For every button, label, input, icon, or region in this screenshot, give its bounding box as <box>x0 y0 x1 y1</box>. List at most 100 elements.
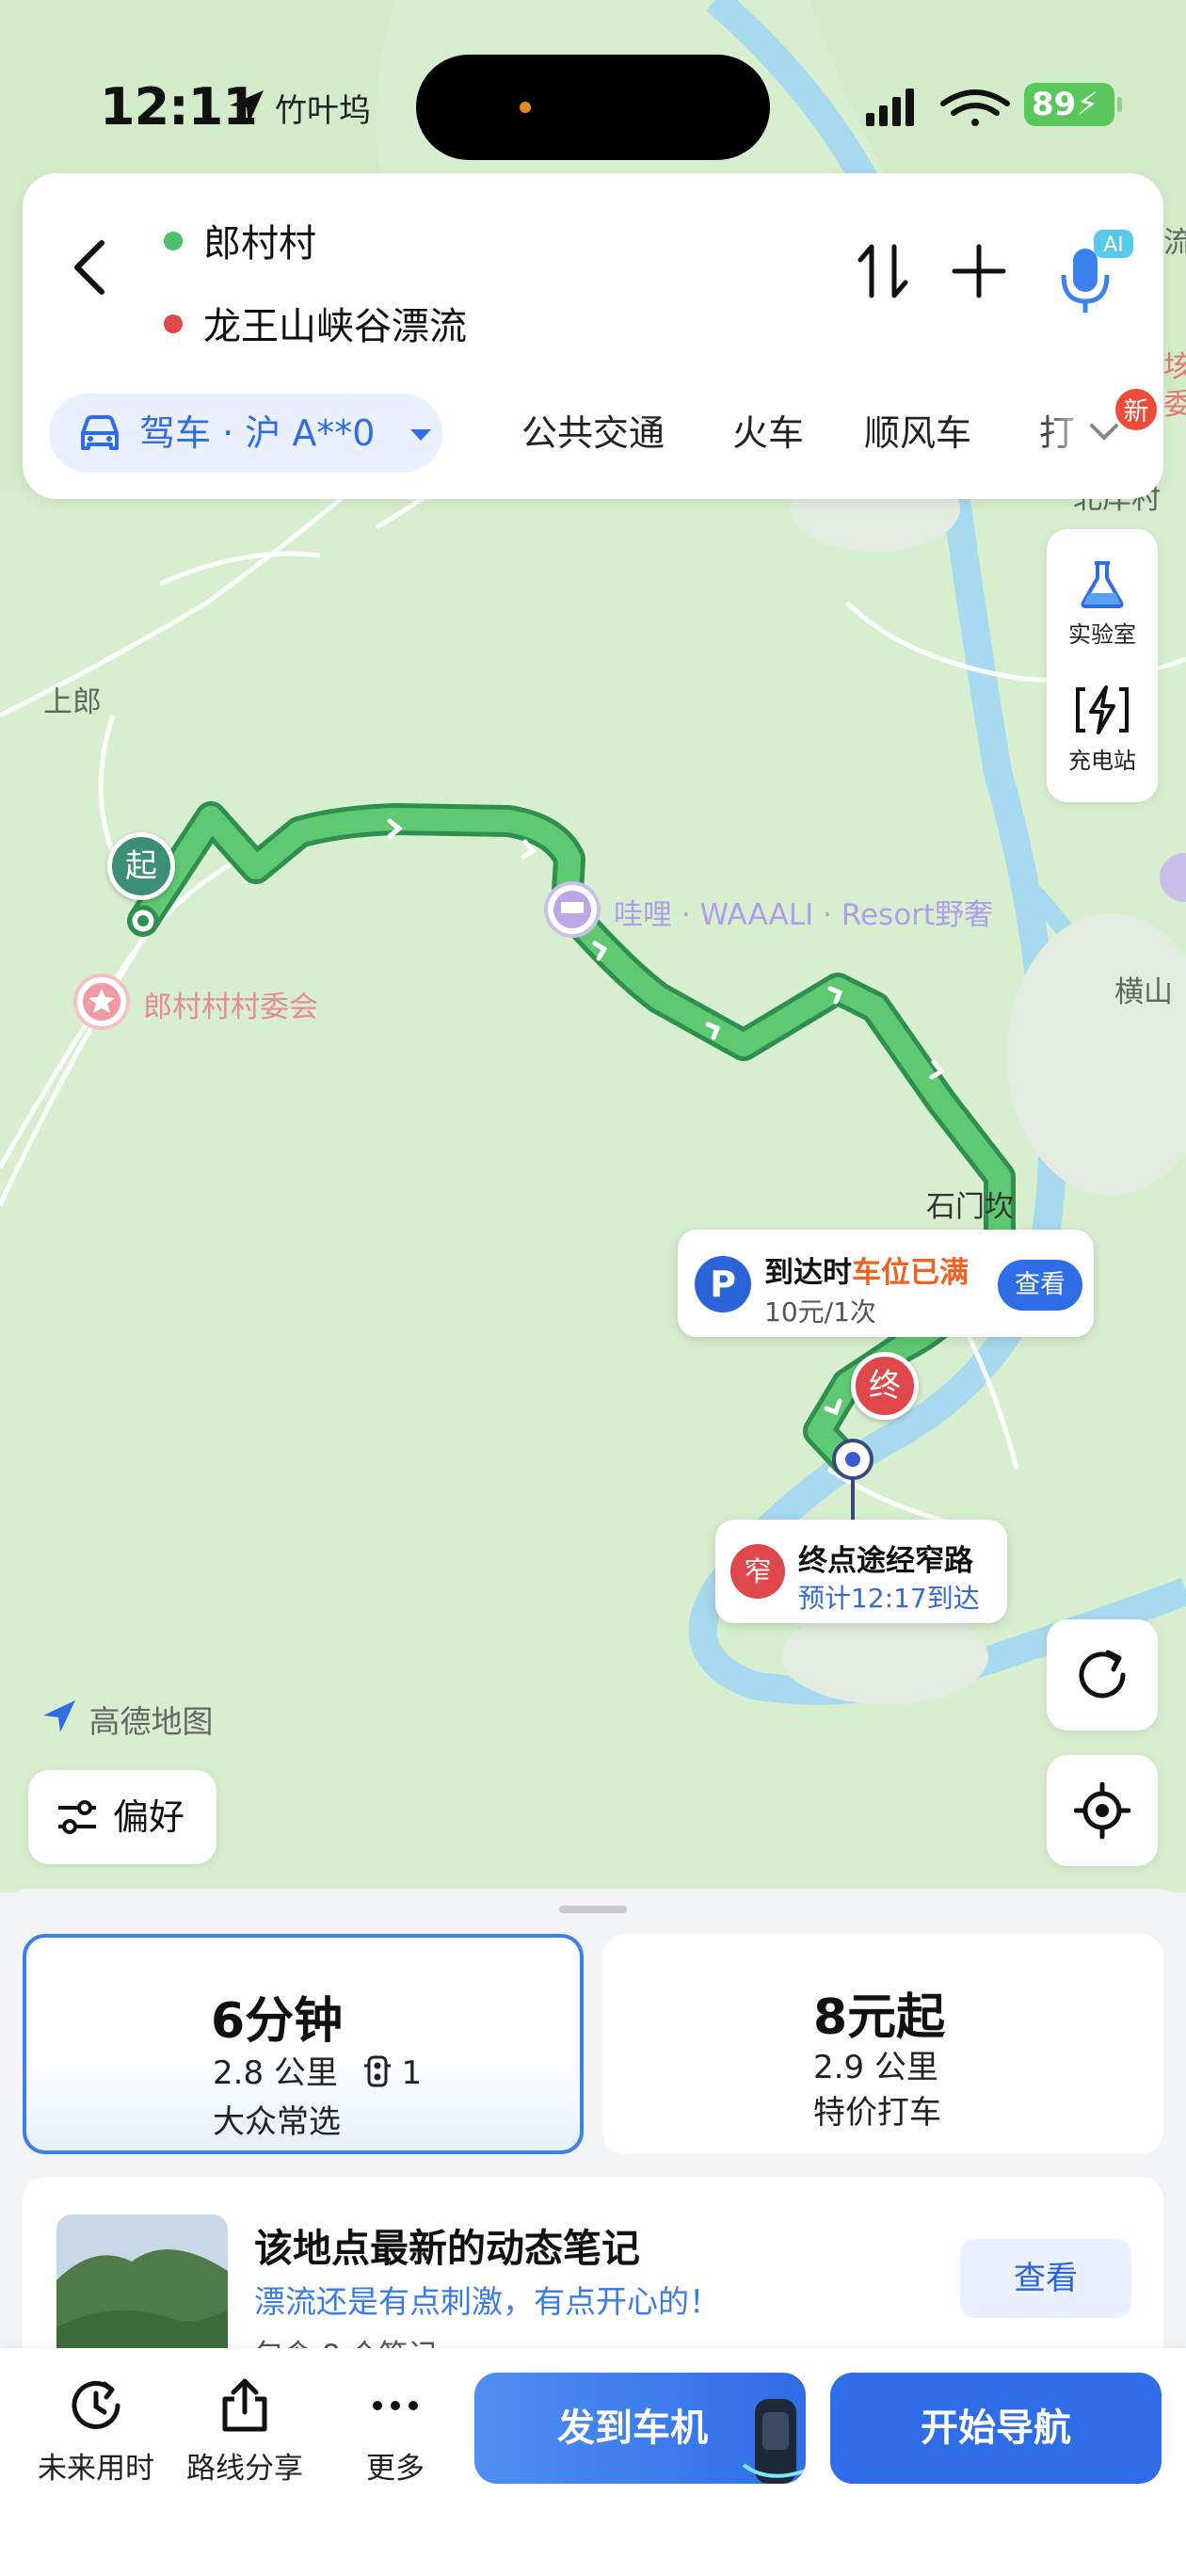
clock-icon <box>72 2380 120 2429</box>
traffic-light-icon <box>363 2055 391 2087</box>
taxi-price: 8元起 <box>813 1989 946 2046</box>
amap-logo-text: 高德地图 <box>88 1703 214 1740</box>
signal-wifi-icons <box>866 89 1010 126</box>
tab-drive[interactable]: 驾车 · 沪 A**0 <box>49 394 442 473</box>
narrow-road-title: 终点途经窄路 <box>798 1544 973 1578</box>
map-tools-panel: 实验室 充电站 <box>1047 529 1158 802</box>
route-distance: 2.8 公里 1 <box>213 2047 422 2093</box>
end-pin[interactable]: 终 <box>851 1352 919 1420</box>
destination-text: 龙王山峡谷漂流 <box>203 305 467 348</box>
ai-label: AI <box>1103 233 1124 257</box>
charging-station-button[interactable]: 充电站 <box>1047 684 1158 775</box>
battery-level: 89 <box>1032 86 1077 123</box>
preference-button[interactable]: 偏好 <box>28 1770 216 1864</box>
flask-icon <box>1081 561 1124 608</box>
future-time-label: 未来用时 <box>38 2452 154 2486</box>
share-icon <box>222 2378 267 2432</box>
parking-icon: P <box>695 1256 751 1312</box>
taxi-distance: 2.9 公里 <box>813 2049 938 2086</box>
lab-label: 实验室 <box>1068 621 1136 648</box>
location-arrow-icon <box>230 90 264 124</box>
bottom-action-bar: 未来用时 路线分享 更多 发到车机 开始导航 <box>0 2348 1186 2576</box>
parking-full-text: 车位已满 <box>852 1256 969 1290</box>
parking-status: 到达时车位已满 <box>764 1248 969 1291</box>
preference-label: 偏好 <box>113 1796 185 1838</box>
parking-view-button[interactable]: 查看 <box>998 1260 1082 1311</box>
map-label-edge-2: 垓 <box>1163 350 1186 384</box>
swap-icon[interactable] <box>855 233 911 309</box>
amap-logo-icon <box>43 1700 75 1732</box>
route-search-card: 郎村村 龙王山峡谷漂流 AI 驾车 · 沪 A**0 公共交通 火车 顺风车 新 <box>23 173 1163 499</box>
status-location: 竹叶坞 <box>275 92 371 130</box>
destination-row[interactable]: 龙王山峡谷漂流 <box>164 296 467 350</box>
charging-bolt-icon: ⚡ <box>1076 86 1099 123</box>
charging-bolt-icon <box>1076 685 1129 734</box>
refresh-icon <box>1079 1650 1126 1699</box>
map-label-shanglang: 上郎 <box>43 685 102 719</box>
narrow-road-icon: 窄 <box>730 1544 785 1599</box>
sliders-icon <box>58 1800 96 1834</box>
send-to-car-button[interactable]: 发到车机 <box>474 2373 806 2484</box>
narrow-road-callout[interactable]: 窄 终点途经窄路 预计12:17到达 <box>715 1520 1007 1623</box>
more-label: 更多 <box>366 2452 425 2486</box>
parking-price: 10元/1次 <box>764 1296 876 1328</box>
more-button[interactable]: 更多 <box>320 2376 471 2487</box>
start-pin[interactable]: 起 <box>107 832 175 900</box>
narrow-road-eta: 预计12:17到达 <box>798 1583 980 1614</box>
sheet-drag-handle[interactable] <box>559 1906 627 1913</box>
travel-mode-tabs: 驾车 · 沪 A**0 公共交通 火车 顺风车 打 新 <box>49 386 1160 473</box>
cellular-signal-icon <box>866 89 914 126</box>
parking-prefix: 到达时 <box>764 1256 852 1290</box>
route-time: 6分钟 <box>211 1993 344 2050</box>
battery-indicator: 89⚡ <box>1024 83 1122 126</box>
share-route-button[interactable]: 路线分享 <box>169 2376 320 2487</box>
add-waypoint-icon[interactable] <box>941 233 1017 309</box>
status-bar: 12:11 竹叶坞 89⚡ <box>0 0 1186 169</box>
route-option-drive[interactable]: 6分钟 2.8 公里 1 大众常选 <box>23 1934 584 2154</box>
route-tag: 大众常选 <box>213 2103 341 2141</box>
route-distance-value: 2.8 公里 <box>213 2054 338 2092</box>
more-dots-icon <box>373 2401 418 2410</box>
start-navigation-button[interactable]: 开始导航 <box>830 2373 1162 2484</box>
map-label-edge-3: 委 <box>1163 388 1186 422</box>
map-label-committee[interactable]: 郎村村村委会 <box>143 983 318 1025</box>
tab-train[interactable]: 火车 <box>732 394 804 473</box>
origin-dot-icon <box>164 232 183 250</box>
origin-row[interactable]: 郎村村 <box>164 213 316 267</box>
charging-label: 充电站 <box>1068 748 1136 774</box>
amap-logo: 高德地图 <box>40 1697 214 1744</box>
locate-me-button[interactable] <box>1047 1755 1158 1866</box>
share-route-label: 路线分享 <box>186 2452 303 2486</box>
chevron-down-icon <box>410 429 431 441</box>
send-to-car-label: 发到车机 <box>557 2407 708 2450</box>
future-time-button[interactable]: 未来用时 <box>21 2376 171 2487</box>
ai-voice-icon[interactable]: AI <box>1047 226 1137 316</box>
back-button[interactable] <box>60 230 117 305</box>
lab-button[interactable]: 实验室 <box>1047 557 1158 649</box>
refresh-button[interactable] <box>1047 1619 1158 1731</box>
car-icon <box>81 415 119 450</box>
map-label-hengshan: 横山 <box>1114 975 1173 1009</box>
notes-view-button[interactable]: 查看 <box>960 2239 1131 2318</box>
tab-carpool[interactable]: 顺风车 <box>864 394 971 473</box>
notes-subtitle: 漂流还是有点刺激，有点开心的！ <box>254 2283 720 2320</box>
parking-callout[interactable]: P 到达时车位已满 10元/1次 查看 <box>678 1230 1094 1337</box>
tab-drive-label: 驾车 · 沪 A**0 <box>139 412 376 454</box>
new-badge: 新 <box>1113 386 1160 433</box>
more-modes-chevron-icon[interactable] <box>1088 422 1120 443</box>
map-label-shimenkan: 石门坎 <box>926 1190 1014 1224</box>
dynamic-island <box>416 55 770 160</box>
destination-dot-icon <box>164 314 183 333</box>
wifi-icon <box>940 89 1010 126</box>
car-device-icon <box>742 2399 806 2484</box>
origin-text: 郎村村 <box>203 222 316 266</box>
route-option-taxi[interactable]: 8元起 2.9 公里 特价打车 <box>602 1934 1163 2154</box>
map-label-edge-1: 流 <box>1163 226 1186 260</box>
taxi-tag: 特价打车 <box>813 2094 941 2132</box>
traffic-light-count: 1 <box>401 2054 423 2092</box>
recording-dot-icon <box>520 102 531 113</box>
map-label-resort[interactable]: 哇哩 · WAAALI · Resort野奢 <box>614 891 993 933</box>
tab-transit[interactable]: 公共交通 <box>521 394 665 473</box>
crosshair-icon <box>1074 1782 1130 1839</box>
notes-title: 该地点最新的动态笔记 <box>254 2226 640 2271</box>
